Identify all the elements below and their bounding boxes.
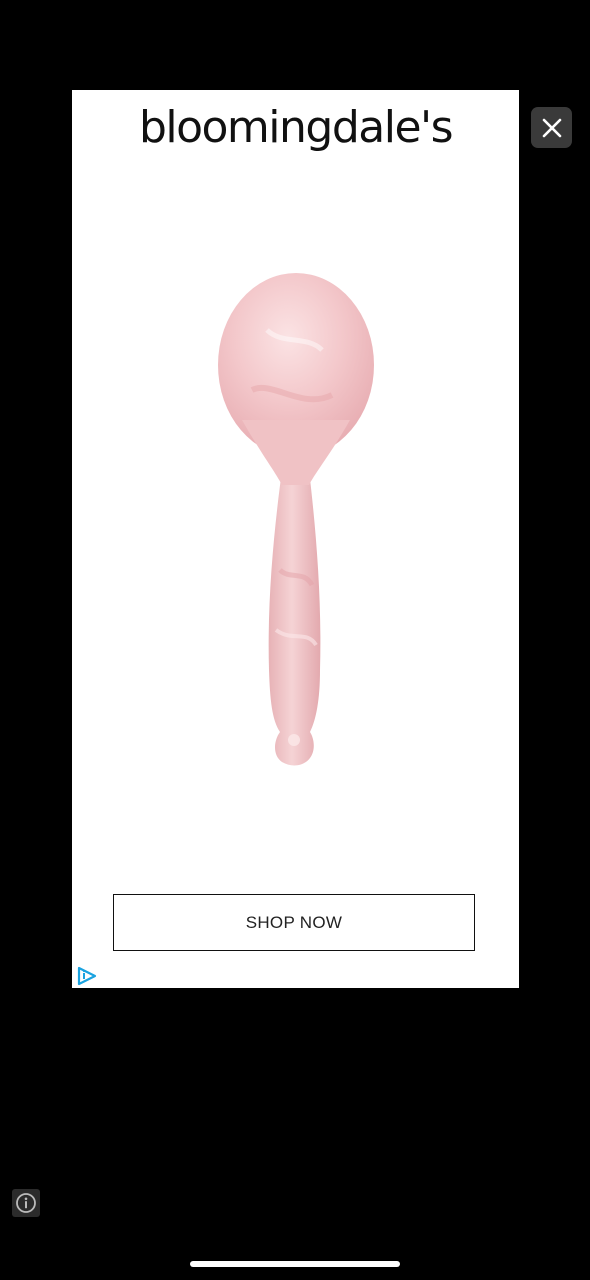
info-button[interactable] bbox=[12, 1189, 40, 1217]
adchoices-icon[interactable] bbox=[76, 966, 98, 986]
screen: bloomingdale's SHOP NOW bbox=[0, 0, 590, 1280]
close-button[interactable] bbox=[531, 107, 572, 148]
close-icon bbox=[542, 118, 561, 137]
product-image[interactable] bbox=[212, 270, 382, 770]
brand-logo: bloomingdale's bbox=[138, 102, 454, 153]
info-icon bbox=[16, 1193, 36, 1213]
home-indicator[interactable] bbox=[190, 1261, 400, 1267]
shop-now-label: SHOP NOW bbox=[245, 912, 343, 932]
ad-card[interactable]: bloomingdale's SHOP NOW bbox=[72, 90, 519, 988]
shop-now-button[interactable]: SHOP NOW bbox=[113, 894, 475, 951]
